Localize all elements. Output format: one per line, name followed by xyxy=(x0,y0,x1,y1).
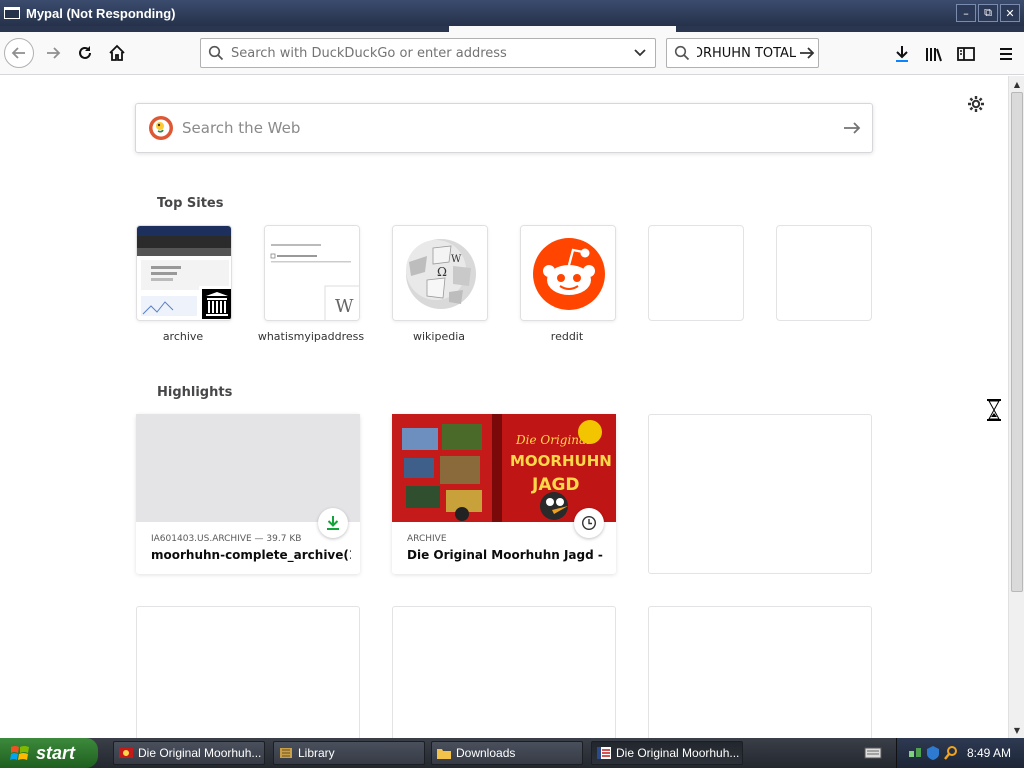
top-site-empty[interactable] xyxy=(776,225,872,321)
window-title: Mypal (Not Responding) xyxy=(26,5,176,21)
taskbar-item-label: Library xyxy=(298,746,335,760)
duckduckgo-icon xyxy=(149,116,173,140)
clock[interactable]: 8:49 AM xyxy=(967,746,1011,760)
new-tab-page: Top Sites archive xyxy=(0,76,1008,738)
scroll-up-arrow-icon[interactable]: ▲ xyxy=(1009,76,1024,92)
top-site-label: archive xyxy=(162,330,204,343)
vertical-scrollbar[interactable]: ▲ ▼ xyxy=(1008,76,1024,738)
highlight-card-download[interactable]: IA601403.US.ARCHIVE — 39.7 KB moorhuhn-c… xyxy=(136,414,360,574)
keyboard-icon[interactable] xyxy=(864,746,882,760)
chevron-down-icon[interactable] xyxy=(625,48,655,58)
scrollbar-thumb[interactable] xyxy=(1011,92,1023,592)
top-site-label: wikipedia xyxy=(412,330,465,343)
clock-icon xyxy=(574,508,604,538)
svg-text:Ω: Ω xyxy=(437,265,447,279)
scroll-down-arrow-icon[interactable]: ▼ xyxy=(1009,722,1024,738)
arrow-right-icon xyxy=(47,47,61,59)
window-controls: – ⧉ ✕ xyxy=(956,4,1020,22)
window-titlebar: Mypal (Not Responding) – ⧉ ✕ xyxy=(0,0,1024,26)
tile-letter: W xyxy=(335,296,354,317)
top-site-empty[interactable] xyxy=(648,225,744,321)
top-site-label: whatismyipaddress xyxy=(257,330,365,343)
start-label: start xyxy=(36,742,76,763)
taskbar-item-label: Die Original Moorhuh... xyxy=(616,746,740,760)
taskbar-item-moorhuhn-2[interactable]: Die Original Moorhuh... xyxy=(591,741,743,765)
taskbar: start Die Original Moorhuh... Library Do… xyxy=(0,738,1024,768)
back-button[interactable] xyxy=(4,38,34,68)
moorhuhn-cover-thumbnail: Die Original MOORHUHN JAGD xyxy=(392,414,616,522)
forward-button[interactable] xyxy=(38,38,68,68)
top-site-archive[interactable] xyxy=(136,225,232,321)
reddit-icon xyxy=(521,226,615,320)
highlight-card-empty xyxy=(136,606,360,738)
address-input[interactable] xyxy=(231,45,625,61)
taskbar-item-downloads[interactable]: Downloads xyxy=(431,741,583,765)
highlight-context: IA601403.US.ARCHIVE — 39.7 KB xyxy=(151,534,302,544)
top-site-whatismyipaddress[interactable]: W xyxy=(264,225,360,321)
hourglass-cursor-icon xyxy=(987,399,1001,421)
downloads-icon[interactable] xyxy=(892,44,912,64)
search-bar[interactable]: ORHUHN TOTAL xyxy=(666,38,819,68)
taskbar-item-label: Die Original Moorhuh... xyxy=(138,746,262,760)
restore-button[interactable]: ⧉ xyxy=(978,4,998,22)
highlight-card-empty xyxy=(648,606,872,738)
arrow-right-icon[interactable] xyxy=(832,121,872,135)
highlights-heading: Highlights xyxy=(157,385,233,400)
system-tray: 8:49 AM xyxy=(896,738,1024,768)
search-icon xyxy=(201,45,231,61)
web-search-box[interactable] xyxy=(135,103,873,153)
highlight-card-empty xyxy=(648,414,872,574)
menu-icon[interactable] xyxy=(996,44,1016,64)
minimize-button[interactable]: – xyxy=(956,4,976,22)
address-bar[interactable] xyxy=(200,38,656,68)
reload-icon xyxy=(79,46,91,59)
close-button[interactable]: ✕ xyxy=(1000,4,1020,22)
web-search-input[interactable] xyxy=(182,119,832,137)
top-site-wikipedia[interactable]: Ω W xyxy=(392,225,488,321)
library-icon xyxy=(280,748,292,758)
svg-text:JAGD: JAGD xyxy=(531,475,580,495)
search-bar-text[interactable]: ORHUHN TOTAL xyxy=(697,46,796,61)
search-icon[interactable] xyxy=(943,745,959,761)
svg-text:W: W xyxy=(451,254,462,265)
taskbar-item-label: Downloads xyxy=(456,746,516,760)
taskbar-item-library[interactable]: Library xyxy=(273,741,425,765)
browser-icon xyxy=(597,747,611,759)
library-icon[interactable] xyxy=(924,44,944,64)
folder-icon xyxy=(437,749,451,759)
navigation-toolbar: ORHUHN TOTAL xyxy=(0,32,1024,75)
top-site-label: reddit xyxy=(550,330,584,343)
download-icon xyxy=(318,508,348,538)
app-icon xyxy=(4,7,20,19)
gear-icon[interactable] xyxy=(966,94,986,114)
security-shield-icon[interactable] xyxy=(925,745,941,761)
highlight-title: Die Original Moorhuhn Jagd - 20... xyxy=(407,548,607,562)
game-icon xyxy=(119,748,133,758)
reload-button[interactable] xyxy=(70,38,100,68)
windows-flag-icon xyxy=(10,746,29,760)
highlight-context: ARCHIVE xyxy=(407,534,447,544)
network-icon[interactable] xyxy=(907,745,923,761)
top-site-reddit[interactable] xyxy=(520,225,616,321)
start-button[interactable]: start xyxy=(0,738,98,768)
sidebar-icon[interactable] xyxy=(956,44,976,64)
search-go-arrow-icon[interactable] xyxy=(796,46,818,60)
highlight-thumbnail xyxy=(136,414,360,522)
home-button[interactable] xyxy=(102,38,132,68)
archive-thumbnail xyxy=(137,226,231,320)
highlight-card-empty xyxy=(392,606,616,738)
home-icon xyxy=(109,44,125,61)
highlight-card-moorhuhn[interactable]: Die Original MOORHUHN JAGD ARCHIVE Die O… xyxy=(392,414,616,574)
wikipedia-globe-icon: Ω W xyxy=(393,226,487,320)
taskbar-item-moorhuhn-1[interactable]: Die Original Moorhuh... xyxy=(113,741,265,765)
arrow-left-icon xyxy=(11,47,25,59)
top-sites-heading: Top Sites xyxy=(157,196,224,211)
svg-text:MOORHUHN: MOORHUHN xyxy=(510,452,612,470)
highlight-title: moorhuhn-complete_archive(1).... xyxy=(151,548,351,562)
search-icon xyxy=(667,45,697,61)
